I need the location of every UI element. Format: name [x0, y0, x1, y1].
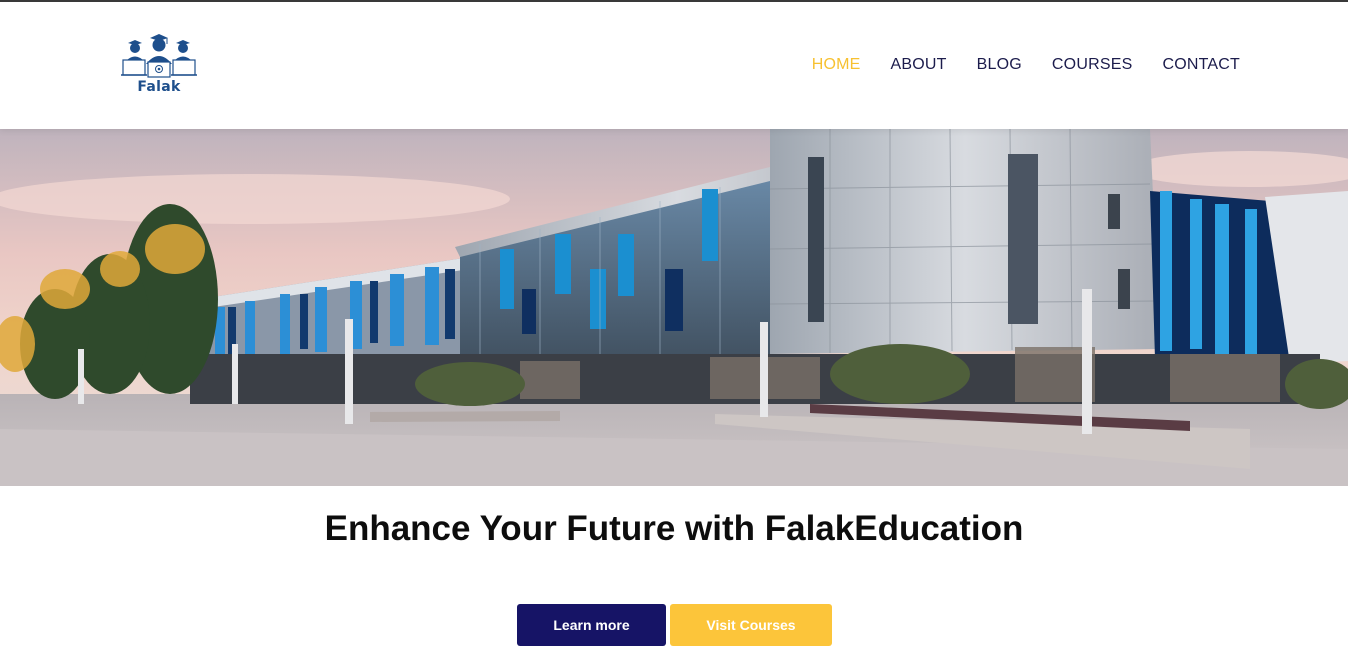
nav-about[interactable]: ABOUT	[891, 56, 947, 74]
hero-headline: Enhance Your Future with FalakEducation	[324, 509, 1024, 549]
logo-text: Falak	[137, 79, 181, 95]
site-header: Falak HOME ABOUT BLOG COURSES CONTACT	[0, 2, 1348, 129]
site-logo[interactable]: Falak	[120, 32, 198, 100]
nav-blog[interactable]: BLOG	[977, 56, 1022, 74]
hero-image	[0, 129, 1348, 486]
visit-courses-button[interactable]: Visit Courses	[670, 604, 832, 646]
main-nav: HOME ABOUT BLOG COURSES CONTACT	[812, 56, 1240, 74]
campus-building-image	[0, 129, 1348, 486]
nav-contact[interactable]: CONTACT	[1162, 56, 1240, 74]
page: Falak HOME ABOUT BLOG COURSES CONTACT En…	[0, 0, 1348, 652]
nav-courses[interactable]: COURSES	[1052, 56, 1133, 74]
nav-home[interactable]: HOME	[812, 56, 861, 74]
graduates-laptop-icon	[121, 34, 197, 78]
learn-more-button[interactable]: Learn more	[517, 604, 666, 646]
